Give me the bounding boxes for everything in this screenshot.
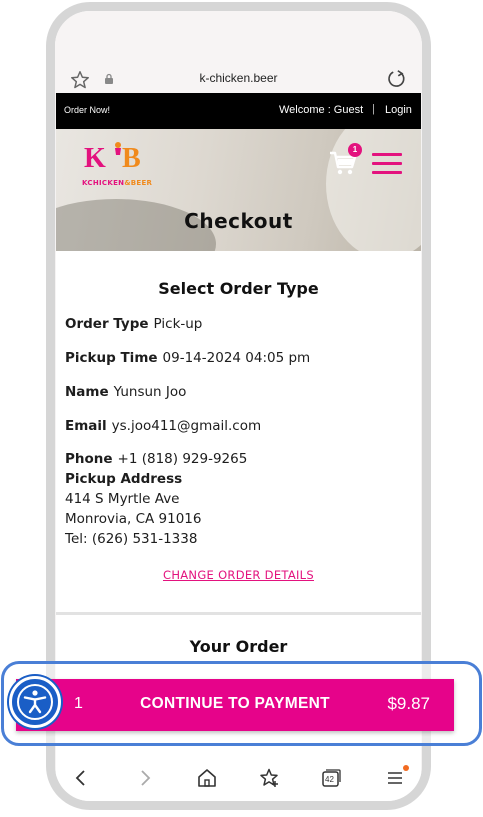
hero-banner: K B KCHICKEN&BEER 1 Checkout xyxy=(56,129,421,251)
address-line-2: Monrovia, CA 91016 xyxy=(65,511,202,527)
reload-icon[interactable] xyxy=(385,68,407,90)
home-icon[interactable] xyxy=(196,767,218,789)
login-link[interactable]: Login xyxy=(385,104,412,116)
address-url[interactable]: k-chicken.beer xyxy=(55,71,422,85)
pickup-address-label: Pickup Address xyxy=(65,471,183,487)
menu-line-icon xyxy=(372,171,402,174)
browser-address-bar: k-chicken.beer xyxy=(55,11,422,101)
continue-to-payment-button[interactable]: 1 CONTINUE TO PAYMENT $9.87 xyxy=(16,679,454,731)
logo-letter-b: B xyxy=(122,143,141,174)
phone-row: Phone +1 (818) 929-9265 xyxy=(65,451,248,467)
cart-count-badge: 1 xyxy=(348,143,362,157)
site-topbar: Order Now! Welcome : Guest | Login xyxy=(56,93,421,129)
logo-wordmark: KCHICKEN&BEER xyxy=(82,179,153,187)
payment-total-price: $9.87 xyxy=(387,694,430,713)
tab-count: 42 xyxy=(325,775,334,784)
welcome-text: Welcome : Guest xyxy=(279,104,364,116)
back-arrow-icon[interactable] xyxy=(70,767,92,789)
tabs-button[interactable]: 42 xyxy=(320,767,342,789)
hamburger-menu-button[interactable] xyxy=(372,151,404,177)
change-order-details-link[interactable]: CHANGE ORDER DETAILS xyxy=(56,568,421,582)
order-type-heading: Select Order Type xyxy=(158,279,319,298)
pickup-time-row: Pickup Time 09-14-2024 04:05 pm xyxy=(65,350,311,366)
accessibility-button[interactable] xyxy=(9,676,61,728)
notification-dot xyxy=(403,765,409,771)
menu-icon[interactable] xyxy=(384,767,406,789)
email-row: Email ys.joo411@gmail.com xyxy=(65,418,262,434)
order-now-link[interactable]: Order Now! xyxy=(64,105,110,115)
menu-line-icon xyxy=(372,162,402,165)
forward-arrow-icon[interactable] xyxy=(134,767,156,789)
accessibility-person-icon xyxy=(17,684,53,720)
logo-letter-k: K xyxy=(84,143,106,174)
browser-bottom-nav: 42 xyxy=(55,755,422,800)
topbar-separator: | xyxy=(372,103,375,115)
address-tel: Tel: (626) 531-1338 xyxy=(65,531,198,547)
page-title: Checkout xyxy=(184,209,293,233)
site-logo[interactable]: K B KCHICKEN&BEER xyxy=(82,137,152,189)
your-order-heading: Your Order xyxy=(189,637,288,656)
order-type-row: Order Type Pick-up xyxy=(65,316,203,332)
name-row: Name Yunsun Joo xyxy=(65,384,187,400)
menu-line-icon xyxy=(372,153,402,156)
bookmarks-star-icon[interactable] xyxy=(258,767,280,789)
address-line-1: 414 S Myrtle Ave xyxy=(65,491,180,507)
order-details-card: Select Order Type Order Type Pick-up Pick… xyxy=(56,251,421,612)
